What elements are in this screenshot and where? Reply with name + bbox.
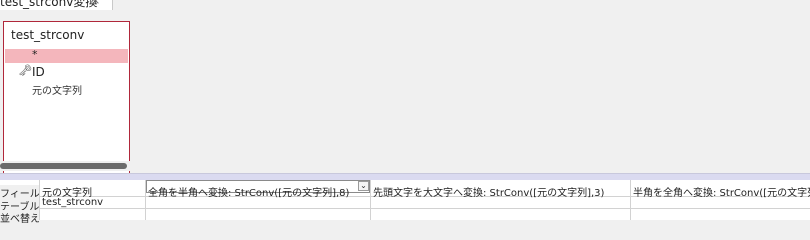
field-cell[interactable]: 先頭文字を大文字へ変換: StrConv([元の文字列],3)	[373, 184, 604, 199]
chevron-down-icon[interactable]: ⌄	[358, 181, 369, 191]
field-all[interactable]: *	[5, 48, 128, 63]
field-cell[interactable]: 半角を全角へ変換: StrConv([元の文字列],4)	[633, 184, 810, 199]
grid-column-3[interactable]: 先頭文字を大文字へ変換: StrConv([元の文字列],3)	[370, 180, 630, 220]
field-original-string[interactable]: 元の文字列	[5, 81, 128, 97]
row-label-field: フィールド:	[0, 185, 39, 198]
field-id[interactable]: 🗝 ID	[5, 64, 128, 79]
pane-splitter[interactable]	[0, 173, 810, 180]
close-icon[interactable]: ×	[91, 0, 100, 7]
horizontal-scrollbar[interactable]	[0, 161, 810, 171]
scrollbar-thumb[interactable]	[0, 163, 127, 169]
row-label-sort: 並べ替え:	[0, 210, 39, 223]
query-design-grid: フィールド: テーブル: 並べ替え: 元の文字列 test_strconv 全角…	[0, 180, 810, 223]
table-cell[interactable]: test_strconv	[42, 197, 103, 208]
tab-title: test_strconv変換	[0, 0, 98, 9]
field-all-label: *	[32, 48, 38, 61]
grid-column-2[interactable]: 全角を半角へ変換: StrConv([元の文字列],8) ⌄	[145, 180, 370, 220]
grid-column-1[interactable]: 元の文字列 test_strconv	[39, 180, 145, 220]
field-original-string-label: 元の文字列	[32, 86, 82, 97]
query-design-area: test_strconv * 🗝 ID 元の文字列	[0, 10, 810, 179]
field-id-label: ID	[32, 65, 45, 79]
field-cell[interactable]: 全角を半角へ変換: StrConv([元の文字列],8)	[148, 184, 349, 199]
primary-key-icon: 🗝	[18, 64, 32, 77]
table-field-list[interactable]: test_strconv * 🗝 ID 元の文字列	[3, 21, 130, 179]
grid-column-4[interactable]: 半角を全角へ変換: StrConv([元の文字列],4)	[630, 180, 810, 220]
table-title: test_strconv	[11, 28, 85, 42]
